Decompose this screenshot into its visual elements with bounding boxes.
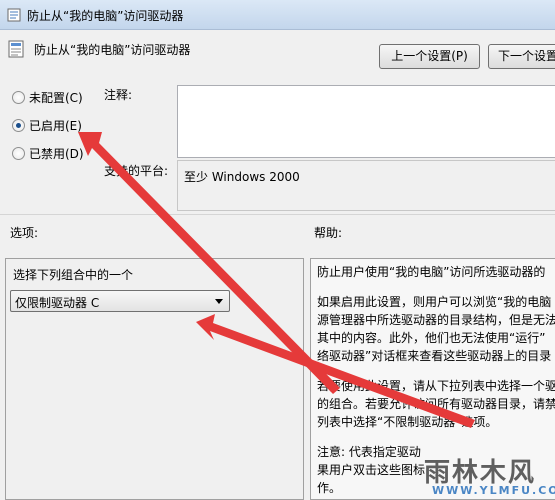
radio-label: 已启用(E) [29, 118, 82, 133]
help-paragraph: 若要使用此设置，请从下拉列表中选择一个驱 的组合。若要允许访问所有驱动器目录，请… [317, 377, 555, 431]
help-line: 若要使用此设置，请从下拉列表中选择一个驱 [317, 379, 555, 393]
radio-not-configured[interactable]: 未配置(C) [12, 88, 83, 106]
help-line: 作。 [317, 481, 342, 495]
help-line: 注意: 代表指定驱动 [317, 445, 421, 459]
help-line: 列表中选择“不限制驱动器”选项。 [317, 415, 498, 429]
chevron-down-icon [215, 299, 223, 304]
radio-disabled[interactable]: 已禁用(D) [12, 144, 84, 162]
radio-button[interactable] [12, 90, 25, 104]
next-setting-button[interactable]: 下一个设置 [488, 44, 555, 69]
help-line: 络驱动器”对话框来查看这些驱动器上的目录 [317, 349, 552, 363]
comment-textbox[interactable] [177, 85, 555, 158]
radio-button[interactable] [12, 118, 25, 132]
help-paragraph: 防止用户使用“我的电脑”访问所选驱动器的 [317, 263, 553, 281]
watermark-url: WWW.YLMFU.COM [432, 484, 555, 497]
help-line: 如果启用此设置，则用户可以浏览“我的电脑 [317, 295, 552, 309]
radio-label: 已禁用(D) [29, 146, 84, 161]
policy-document-icon [8, 40, 24, 58]
supported-platform-label: 支持的平台: [104, 164, 169, 178]
window-title: 防止从“我的电脑”访问驱动器 [27, 9, 184, 23]
options-label: 选项: [10, 226, 39, 240]
supported-platform-value: 至少 Windows 2000 [177, 160, 555, 211]
radio-button[interactable] [12, 146, 25, 160]
help-line: 其中的内容。此外，他们也无法使用“运行” [317, 331, 546, 345]
help-line: 果用户双击这些图标 [317, 463, 426, 477]
select-combination-label: 选择下列组合中的一个 [13, 268, 134, 282]
watermark-logo: 雨林木风 WWW.YLMFU.COM [420, 452, 555, 500]
previous-setting-button[interactable]: 上一个设置(P) [379, 44, 480, 69]
help-line: 防止用户使用“我的电脑”访问所选驱动器的 [317, 265, 546, 279]
radio-label: 未配置(C) [29, 90, 83, 105]
policy-icon [7, 8, 21, 22]
help-paragraph: 如果启用此设置，则用户可以浏览“我的电脑 源管理器中所选驱动器的目录结构，但是无… [317, 293, 555, 365]
policy-title: 防止从“我的电脑”访问驱动器 [34, 43, 191, 57]
radio-enabled[interactable]: 已启用(E) [12, 116, 82, 134]
supported-platform-text: 至少 Windows 2000 [184, 170, 300, 184]
dropdown-value: 仅限制驱动器 C [15, 296, 100, 310]
help-label: 帮助: [314, 226, 343, 240]
help-line: 的组合。若要允许访问所有驱动器目录，请禁 [317, 397, 555, 411]
help-line: 源管理器中所选驱动器的目录结构，但是无法 [317, 313, 555, 327]
drive-restriction-dropdown[interactable]: 仅限制驱动器 C [10, 290, 230, 312]
title-bar: 防止从“我的电脑”访问驱动器 [0, 0, 555, 30]
comment-label: 注释: [104, 88, 133, 102]
section-divider [0, 214, 555, 215]
